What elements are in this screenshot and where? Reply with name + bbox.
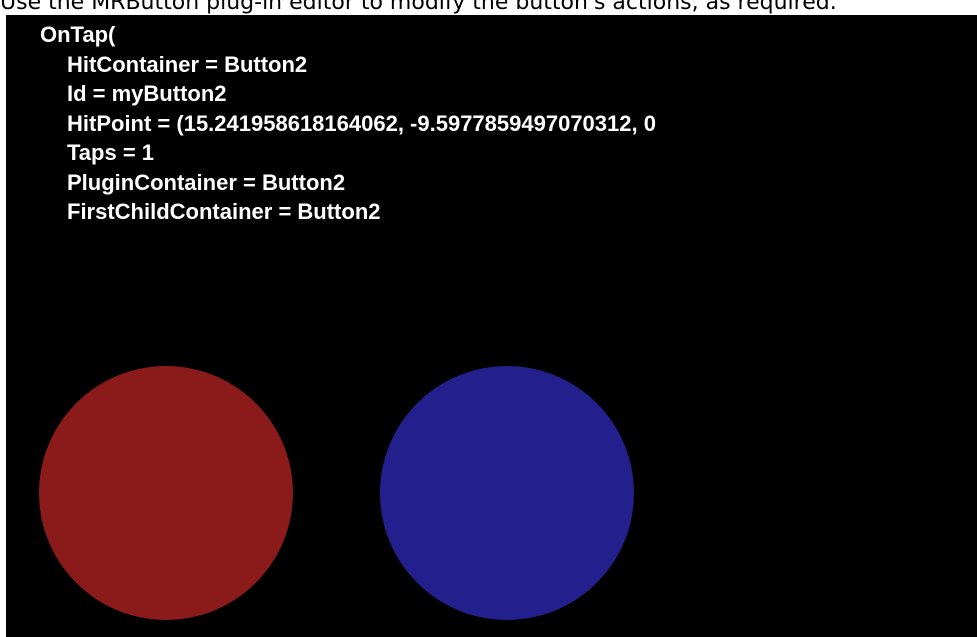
log-line-id: Id = myButton2 — [67, 81, 227, 106]
red-circle-button[interactable] — [39, 366, 293, 620]
log-line-first-child-container: FirstChildContainer = Button2 — [67, 199, 381, 224]
app-viewport[interactable]: OnTap( HitContainer = Button2 Id = myBut… — [6, 15, 977, 637]
log-line-hit-point: HitPoint = (15.241958618164062, -9.59778… — [67, 110, 656, 136]
log-line-plugin-container: PluginContainer = Button2 — [67, 169, 346, 195]
instruction-caption: Use the MRButton plug-in editor to modif… — [0, 0, 837, 15]
log-line-hit-container: HitContainer = Button2 — [67, 51, 308, 77]
screenshot-page: Use the MRButton plug-in editor to modif… — [0, 0, 977, 637]
log-header: OnTap( — [40, 22, 116, 47]
blue-circle-button[interactable] — [380, 366, 634, 620]
event-log: OnTap( HitContainer = Button2 Id = myBut… — [40, 20, 656, 227]
log-line-taps: Taps = 1 — [67, 140, 155, 165]
